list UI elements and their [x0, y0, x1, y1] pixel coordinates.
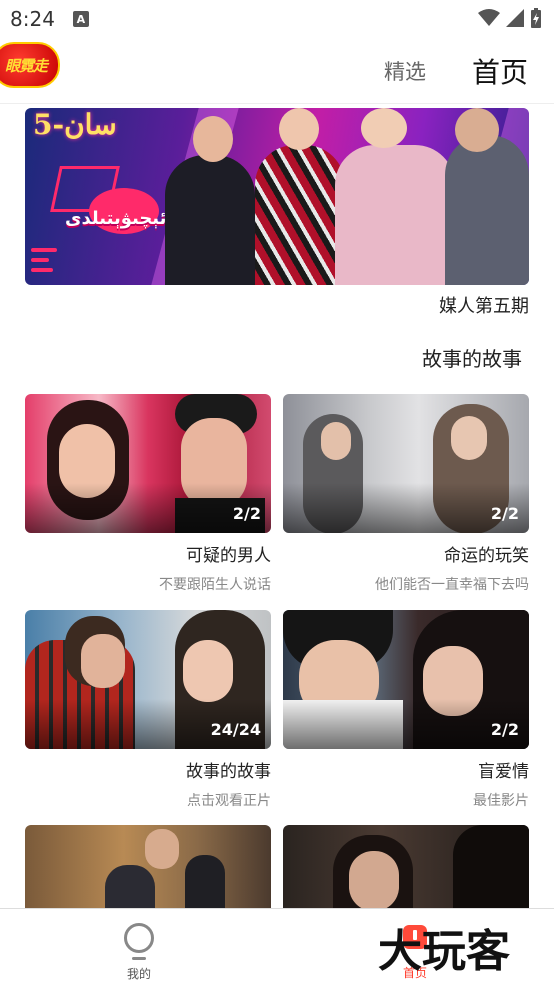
video-card[interactable]: 24/24 故事的故事 点击观看正片 [25, 610, 271, 810]
app-logo-text: 眼霓走 [4, 56, 48, 75]
banner-person [445, 135, 529, 285]
card-subtitle: 最佳影片 [473, 793, 529, 809]
episode-count: 2/2 [490, 504, 519, 523]
status-bar: 8:24 A [0, 0, 554, 38]
episode-count: 2/2 [232, 504, 261, 523]
banner-person [165, 155, 255, 285]
episode-count: 24/24 [210, 720, 261, 739]
banner-caption[interactable]: 媒人第五期 [439, 292, 529, 318]
status-time: 8:24 [10, 7, 55, 31]
watermark-logo: 大玩客 [378, 926, 510, 974]
episode-count: 2/2 [490, 720, 519, 739]
card-title[interactable]: 可疑的男人 [25, 541, 271, 566]
watermark-text: 大玩客 [378, 926, 510, 974]
thumb-figure [451, 416, 487, 460]
card-subtitle: 点击观看正片 [187, 793, 271, 809]
tab-home[interactable]: 首页 [472, 51, 528, 91]
thumb-figure [145, 829, 179, 869]
video-card[interactable]: 2/2 盲爱情 最佳影片 [283, 610, 529, 810]
banner-overlay-title: 5-سان [33, 108, 117, 141]
banner-stripes [31, 248, 57, 278]
status-indicators [478, 8, 542, 28]
nav-item-mine[interactable]: 我的 [110, 919, 168, 982]
banner-person-head [361, 108, 407, 148]
card-subtitle: 不要跟陌生人说话 [159, 577, 271, 593]
battery-charging-icon [531, 8, 541, 28]
card-subtitle: 他们能否一直幸福下去吗 [375, 577, 529, 593]
section-title: 故事的故事 [422, 347, 522, 371]
thumb-figure [183, 640, 233, 702]
wifi-icon [478, 9, 500, 26]
banner-carousel[interactable]: 5-سان ھەقسىز ئېچىۋېتىلدى [25, 108, 529, 285]
card-title[interactable]: 命运的玩笑 [283, 541, 529, 566]
thumb-figure [81, 634, 125, 688]
a-letter-icon: A [72, 11, 89, 27]
thumb-figure [349, 851, 399, 911]
video-thumbnail[interactable]: 2/2 [25, 394, 271, 533]
card-title[interactable]: 盲爱情 [283, 757, 529, 782]
banner-person [335, 145, 455, 285]
banner-person-head [193, 116, 233, 162]
banner-person-head [279, 108, 319, 150]
video-card[interactable]: 2/2 命运的玩笑 他们能否一直幸福下去吗 [283, 394, 529, 594]
app-header: 眼霓走 精选 首页 [0, 38, 554, 104]
cell-signal-icon [506, 9, 524, 27]
video-card[interactable]: 2/2 可疑的男人 不要跟陌生人说话 [25, 394, 271, 594]
nav-item-label: 我的 [126, 967, 151, 981]
video-thumbnail[interactable]: 2/2 [283, 610, 529, 749]
video-thumbnail[interactable]: 24/24 [25, 610, 271, 749]
banner-person-head [455, 108, 499, 152]
app-logo[interactable]: 眼霓走 [0, 42, 60, 88]
video-thumbnail[interactable]: 2/2 [283, 394, 529, 533]
thumb-figure [321, 422, 351, 460]
tab-featured[interactable]: 精选 [384, 56, 426, 86]
card-title[interactable]: 故事的故事 [25, 757, 271, 782]
banner-person [255, 145, 345, 285]
profile-icon [124, 923, 154, 960]
